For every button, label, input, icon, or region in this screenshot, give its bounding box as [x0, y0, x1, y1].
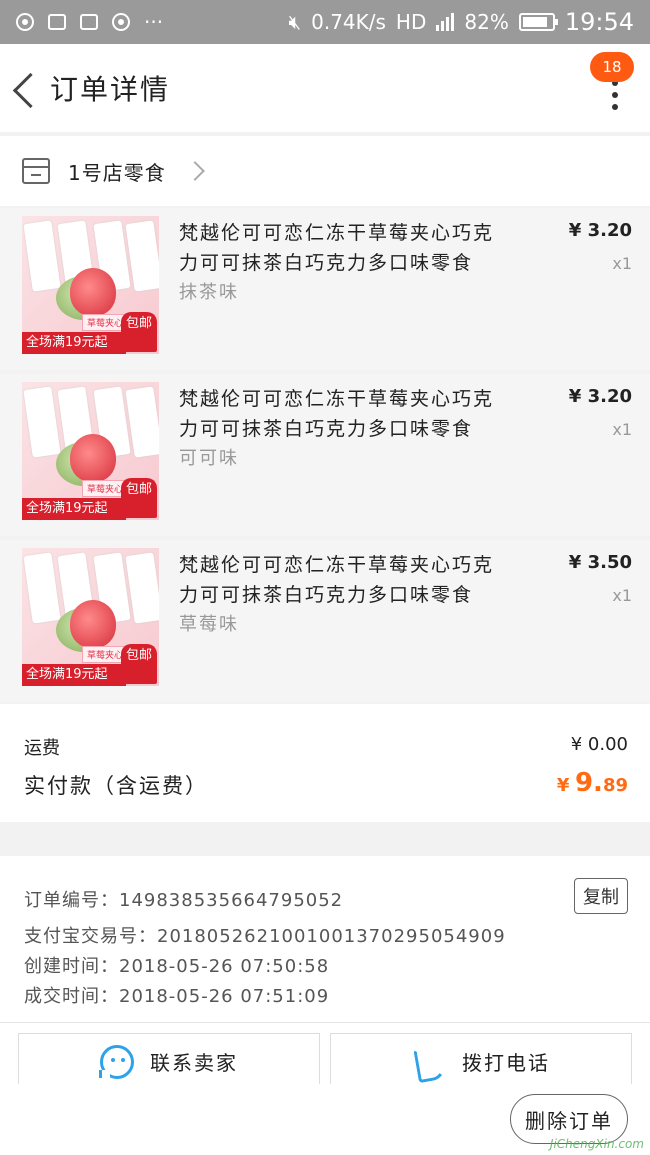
item-title: 梵越伦可可恋仁冻干草莓夹心巧克力可可抹茶白巧克力多口味零食 [179, 554, 495, 606]
paid-dec: 89 [602, 775, 628, 796]
thumb-ship-badge: 包邮 [121, 644, 157, 684]
created-time: 创建时间：2018-05-26 07:50:58 [24, 956, 330, 977]
thumb-promo: 全场满19元起 [22, 664, 126, 686]
thumb-promo: 全场满19元起 [22, 498, 126, 520]
order-number: 订单编号：149838535664795052 [24, 890, 344, 911]
copy-button[interactable]: 复制 [574, 878, 628, 914]
app-header: 订单详情 18 [0, 44, 650, 132]
item-price: ¥ 3.20 [568, 386, 632, 407]
paid-currency: ¥ [556, 775, 570, 796]
thumb-promo: 全场满19元起 [22, 332, 126, 354]
product-thumbnail: 草莓夹心巧克力 全场满19元起 包邮 [22, 216, 159, 354]
paid-label: 实付款（含运费） [24, 774, 208, 798]
network-speed: 0.74K/s [311, 10, 386, 34]
completed-time: 成交时间：2018-05-26 07:51:09 [24, 986, 330, 1007]
order-item[interactable]: 草莓夹心巧克力 全场满19元起 包邮 梵越伦可可恋仁冻干草莓夹心巧克力可可抹茶白… [0, 540, 650, 702]
more-notifications-icon: ··· [144, 10, 164, 34]
network-type: HD [395, 10, 427, 34]
item-qty: x1 [612, 586, 632, 605]
phone-icon [412, 1045, 446, 1079]
item-title: 梵越伦可可恋仁冻干草莓夹心巧克力可可抹茶白巧克力多口味零食 [179, 222, 495, 274]
item-qty: x1 [612, 420, 632, 439]
product-thumbnail: 草莓夹心巧克力 全场满19元起 包邮 [22, 548, 159, 686]
item-price: ¥ 3.50 [568, 552, 632, 573]
item-variant: 可可味 [179, 448, 239, 469]
signal-icon [436, 13, 455, 31]
clock: 19:54 [564, 8, 634, 36]
back-button[interactable] [6, 58, 50, 118]
gallery-icon [80, 14, 98, 30]
item-variant: 草莓味 [179, 614, 239, 635]
store-row[interactable]: 1号店零食 [0, 136, 650, 206]
wechat-icon [16, 13, 34, 31]
chat-icon [99, 1044, 134, 1079]
order-item[interactable]: 草莓夹心巧克力 全场满19元起 包邮 梵越伦可可恋仁冻干草莓夹心巧克力可可抹茶白… [0, 374, 650, 536]
call-phone-button[interactable]: 拨打电话 [330, 1033, 632, 1089]
paid-int: 9. [574, 768, 603, 798]
shipping-label: 运费 [24, 738, 60, 759]
contact-seller-button[interactable]: 联系卖家 [18, 1033, 320, 1089]
contact-seller-label: 联系卖家 [150, 1051, 238, 1075]
item-qty: x1 [612, 254, 632, 273]
product-thumbnail: 草莓夹心巧克力 全场满19元起 包邮 [22, 382, 159, 520]
order-item[interactable]: 草莓夹心巧克力 全场满19元起 包邮 梵越伦可可恋仁冻干草莓夹心巧克力可可抹茶白… [0, 208, 650, 370]
bottom-bar: 删除订单 JiChengXin.com [0, 1084, 650, 1155]
watermark: JiChengXin.com [549, 1137, 644, 1151]
record-icon [112, 13, 130, 31]
more-menu-icon[interactable] [610, 80, 620, 110]
call-phone-label: 拨打电话 [462, 1051, 550, 1075]
order-totals: 运费 ¥ 0.00 实付款（含运费） ¥ 9.89 [0, 704, 650, 822]
item-price: ¥ 3.20 [568, 220, 632, 241]
item-title: 梵越伦可可恋仁冻干草莓夹心巧克力可可抹茶白巧克力多口味零食 [179, 388, 495, 440]
store-name: 1号店零食 [68, 160, 166, 185]
store-icon [22, 158, 50, 184]
status-bar: ··· 🔇︎ 0.74K/s HD 82% 19:54 [0, 0, 650, 44]
paid-amount: ¥ 9.89 [557, 768, 628, 798]
thumb-ship-badge: 包邮 [121, 478, 157, 518]
item-variant: 抹茶味 [179, 282, 239, 303]
action-bar: 联系卖家 拨打电话 [0, 1022, 650, 1089]
page-title: 订单详情 [50, 73, 171, 106]
battery-icon [518, 13, 558, 31]
thumb-ship-badge: 包邮 [121, 312, 157, 352]
order-info: 订单编号：149838535664795052 复制 支付宝交易号：201805… [0, 856, 650, 1022]
chevron-right-icon [184, 161, 205, 181]
battery-percent: 82% [464, 10, 509, 34]
mute-icon: 🔇︎ [288, 10, 302, 34]
alipay-trade-number: 支付宝交易号：2018052621001001370295054909 [24, 926, 506, 947]
image-icon [48, 14, 66, 30]
notification-badge: 18 [590, 52, 634, 82]
shipping-value: ¥ 0.00 [570, 734, 628, 755]
